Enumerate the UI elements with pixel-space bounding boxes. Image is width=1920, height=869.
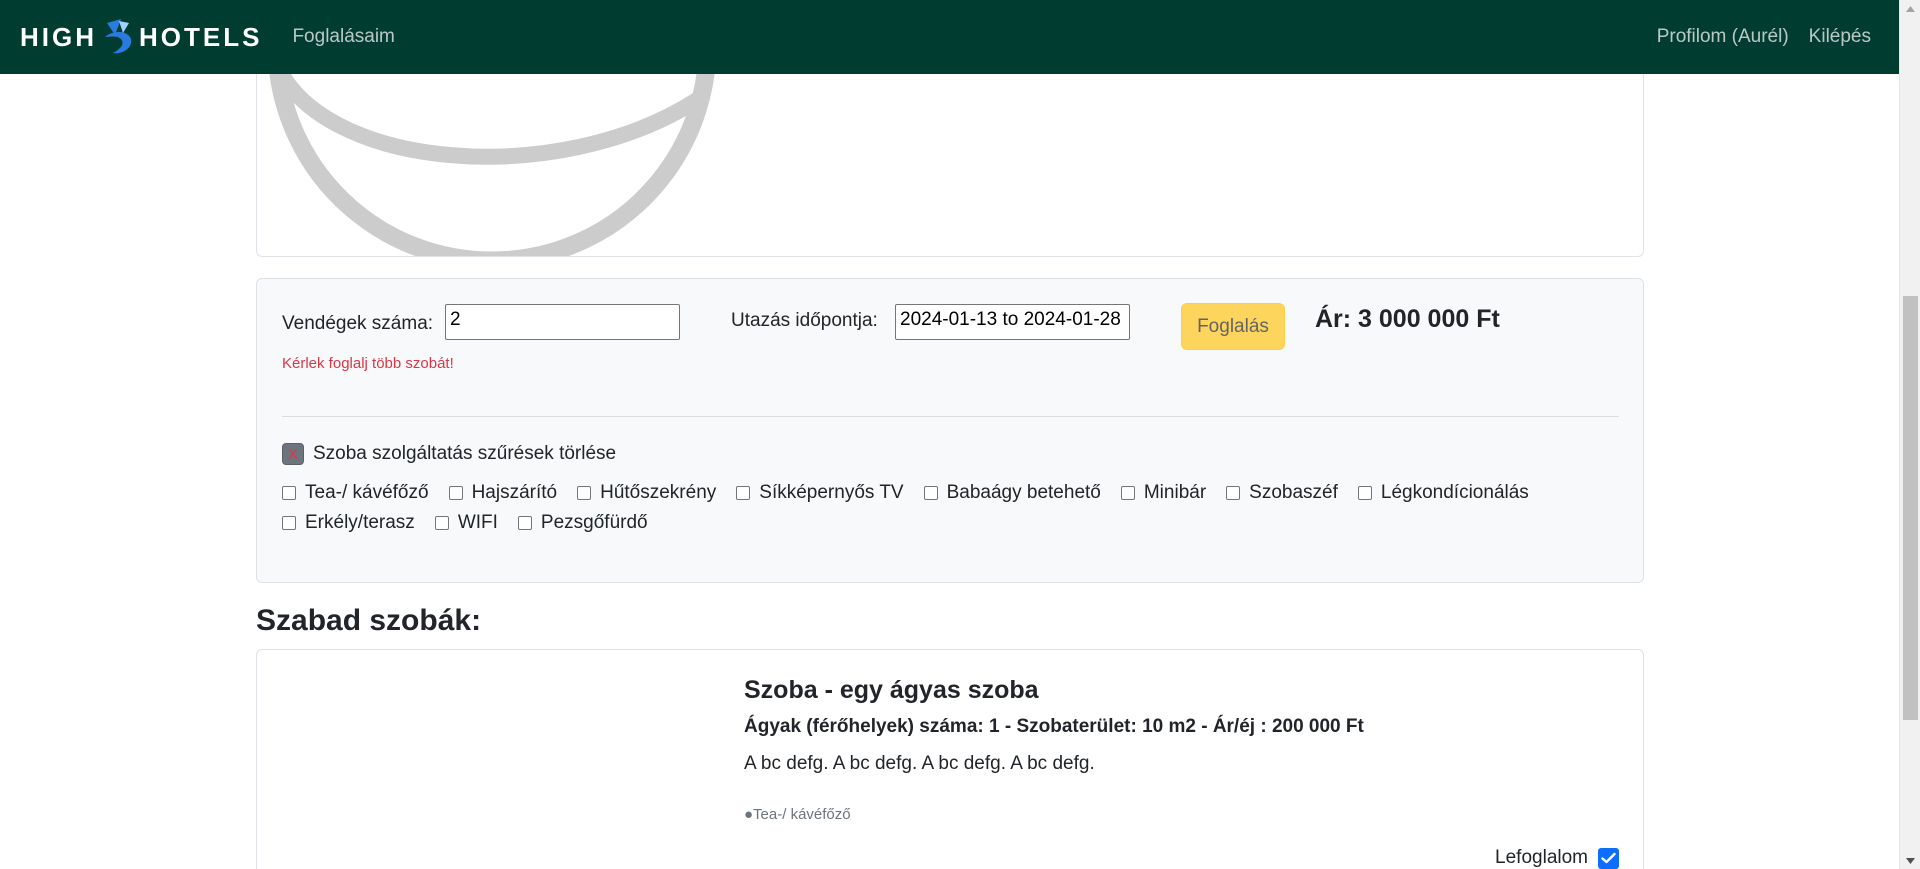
guests-label: Vendégek száma: (282, 313, 434, 334)
navbar: HIGH HOTELS Foglalásaim Profilom (Aurél)… (0, 0, 1899, 74)
checkmark-icon (1601, 852, 1616, 864)
filter-checkbox[interactable] (577, 486, 592, 500)
date-label: Utazás időpontja: (731, 310, 878, 331)
filter-wifi[interactable]: WIFI (434, 511, 498, 535)
filter-tea-coffee[interactable]: Tea-/ kávéfőző (282, 481, 429, 505)
book-button[interactable]: Foglalás (1181, 303, 1285, 350)
filter-balcony[interactable]: Erkély/terasz (282, 511, 415, 535)
filter-crib[interactable]: Babaágy betehető (923, 481, 1101, 505)
filter-checkbox[interactable] (448, 486, 463, 500)
filter-checkbox[interactable] (736, 486, 751, 500)
filter-label: Erkély/terasz (305, 512, 415, 533)
brand-logo[interactable]: HIGH HOTELS (20, 17, 262, 57)
total-price: Ár: 3 000 000 Ft (1315, 305, 1500, 333)
filter-label: Síkképernyős TV (759, 482, 904, 503)
filter-label: WIFI (457, 512, 498, 533)
filter-checkbox[interactable] (923, 486, 938, 500)
filter-safe[interactable]: Szobaszéf (1226, 481, 1338, 505)
filter-label: Tea-/ kávéfőző (305, 482, 429, 503)
filter-label: Minibár (1143, 482, 1207, 503)
hotel-logo-icon (105, 19, 132, 54)
room-amenity: ●Tea-/ kávéfőző (744, 806, 851, 823)
logo-text-right: HOTELS (139, 21, 263, 52)
filter-label: Hűtőszekrény (600, 482, 717, 503)
clear-filters[interactable]: X Szoba szolgáltatás szűrések törlése (282, 443, 616, 465)
filter-label: Hajszárító (471, 482, 558, 503)
room-title: Szoba - egy ágyas szoba (744, 676, 1039, 704)
page-scrollbar[interactable] (1899, 0, 1920, 869)
filter-checkbox[interactable] (1120, 486, 1135, 500)
logo-text-left: HIGH (20, 21, 97, 52)
nav-my-bookings[interactable]: Foglalásaim (292, 26, 394, 48)
room-details: Ágyak (férőhelyek) száma: 1 - Szobaterül… (744, 716, 1364, 737)
filter-label: Légkondícionálás (1380, 482, 1529, 503)
filter-label: Szobaszéf (1249, 482, 1338, 503)
filter-label: Babaágy betehető (946, 482, 1101, 503)
reserve-toggle[interactable]: Lefoglalom (1495, 847, 1619, 869)
filter-checkbox[interactable] (517, 516, 532, 530)
date-range-input[interactable]: 2024-01-13 to 2024-01-28 (895, 304, 1130, 340)
filter-minibar[interactable]: Minibár (1120, 481, 1207, 505)
loading-spinner-icon (267, 60, 716, 256)
filter-checkbox[interactable] (282, 486, 296, 500)
clear-filter-icon[interactable]: X (282, 443, 304, 465)
reserve-checkbox[interactable] (1598, 847, 1619, 869)
available-rooms-title: Szabad szobák: (256, 604, 482, 637)
room-image-card (256, 60, 1644, 257)
filter-fridge[interactable]: Hűtőszekrény (577, 481, 716, 505)
filter-label: Pezsgőfürdő (540, 512, 648, 533)
filter-jacuzzi[interactable]: Pezsgőfürdő (517, 511, 648, 535)
room-description: A bc defg. A bc defg. A bc defg. A bc de… (744, 753, 1095, 774)
scroll-down-arrow-icon[interactable] (1900, 852, 1920, 869)
filter-flat-tv[interactable]: Síkképernyős TV (736, 481, 904, 505)
guests-input[interactable]: 2 (445, 304, 680, 340)
amenity-filters: Tea-/ kávéfőző Hajszárító Hűtőszekrény S… (282, 481, 1582, 535)
nav-profile[interactable]: Profilom (Aurél) (1657, 26, 1789, 48)
room-card: Szoba - egy ágyas szoba Ágyak (férőhelye… (256, 649, 1644, 869)
filter-hairdryer[interactable]: Hajszárító (448, 481, 558, 505)
guests-error: Kérlek foglalj több szobát! (282, 355, 454, 372)
clear-filters-label: Szoba szolgáltatás szűrések törlése (313, 443, 617, 464)
filter-checkbox[interactable] (282, 516, 296, 530)
filter-checkbox[interactable] (1226, 486, 1241, 500)
reserve-label: Lefoglalom (1495, 847, 1588, 868)
booking-panel: Vendégek száma: 2 Kérlek foglalj több sz… (256, 278, 1644, 583)
nav-right-group: Profilom (Aurél) Kilépés (1657, 26, 1871, 48)
divider (282, 416, 1619, 417)
scroll-thumb[interactable] (1903, 296, 1918, 720)
filter-checkbox[interactable] (1357, 486, 1372, 500)
scroll-up-arrow-icon[interactable] (1900, 0, 1920, 17)
nav-logout[interactable]: Kilépés (1809, 26, 1871, 48)
filter-checkbox[interactable] (434, 516, 449, 530)
filter-ac[interactable]: Légkondícionálás (1357, 481, 1529, 505)
